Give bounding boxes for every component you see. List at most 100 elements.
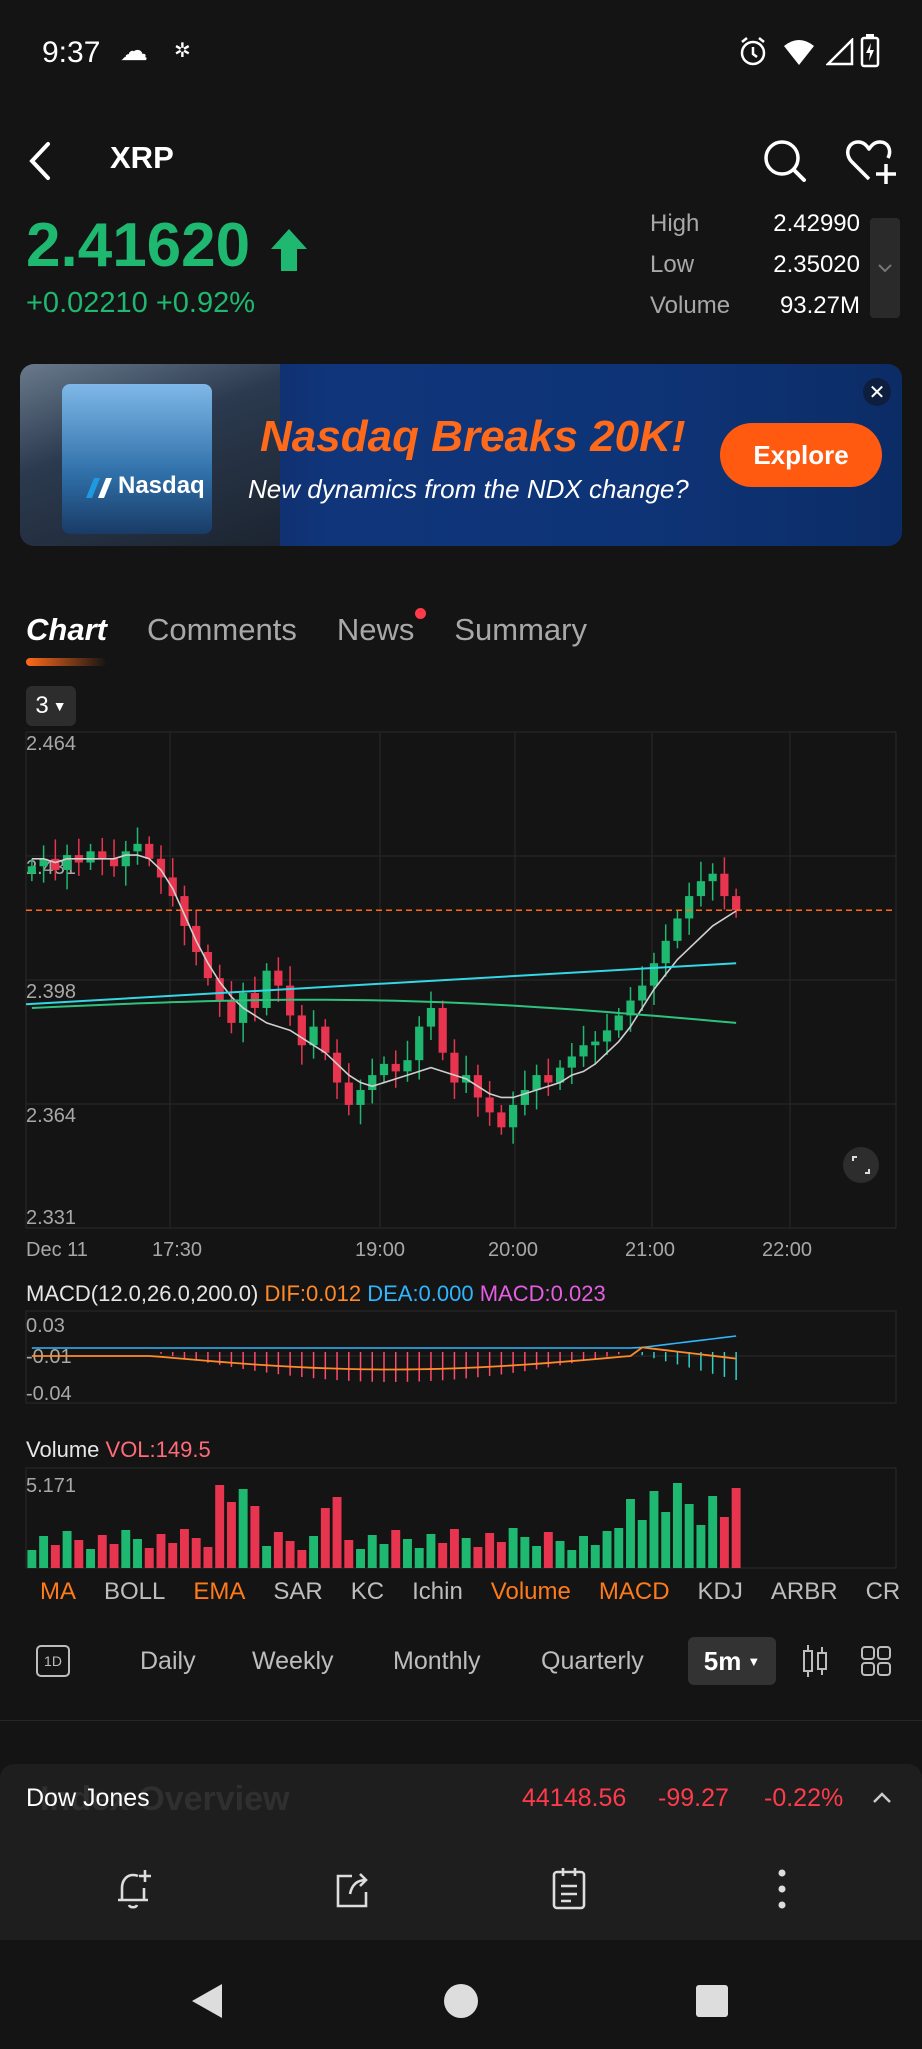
volume-bar (426, 1534, 436, 1568)
macd-legend: MACD(12.0,26.0,200.0) DIF:0.012 DEA:0.00… (26, 1281, 606, 1307)
volume-bar (215, 1485, 225, 1568)
volume-bar (144, 1548, 154, 1568)
wifi-icon (784, 40, 814, 65)
interval-value: 5m (703, 1645, 742, 1676)
bottom-toolbar (0, 1834, 922, 1940)
volume-bar (262, 1546, 272, 1568)
candle-body (532, 1075, 541, 1091)
stat-volume: Volume 93.27M (650, 292, 860, 333)
volume-bar (367, 1535, 377, 1568)
candle-body (509, 1104, 518, 1128)
macd-chart[interactable]: 0.03 -0.01 -0.04 (0, 1310, 922, 1420)
indicator-cr[interactable]: CR (866, 1578, 901, 1606)
interval-select[interactable]: 5m ▼ (688, 1637, 776, 1685)
stats-expand-button[interactable] (870, 218, 900, 318)
banner-close-icon[interactable]: ✕ (863, 378, 891, 406)
status-time: 9:37 (42, 36, 101, 69)
one-day-button[interactable]: 1D (36, 1645, 70, 1677)
stat-value: 2.35020 (773, 251, 860, 278)
price-chart[interactable]: 2.4642.4312.3982.3642.331Dec 11 17:30 19:0… (0, 720, 922, 1260)
indicator-kdj[interactable]: KDJ (698, 1578, 743, 1606)
tab-chart[interactable]: Chart (26, 612, 107, 666)
stat-label: Low (650, 251, 695, 278)
nav-recents-icon[interactable] (696, 1985, 728, 2017)
candle-body (661, 940, 670, 964)
volume-label: Volume (26, 1437, 100, 1462)
x-tick-label: 19:00 (355, 1239, 405, 1260)
candle-body (732, 896, 741, 911)
stat-label: Volume (650, 292, 731, 319)
volume-bar (473, 1547, 483, 1568)
indicator-macd[interactable]: MACD (599, 1578, 670, 1606)
ticker-value: 44148.56 (522, 1784, 627, 1812)
add-alert-icon[interactable] (114, 1868, 154, 1912)
period-monthly[interactable]: Monthly (393, 1647, 481, 1676)
fullscreen-button-bg (843, 1147, 879, 1183)
indicator-bar: MA BOLL EMA SAR KC Ichin Volume MACD KDJ… (40, 1578, 922, 1606)
fullscreen-icon[interactable] (843, 1147, 879, 1183)
notes-icon[interactable] (551, 1866, 587, 1912)
indicator-kc[interactable]: KC (351, 1578, 384, 1606)
status-bar: 9:37 ☁ ✲ (0, 0, 922, 105)
page-title: XRP (110, 140, 174, 175)
chevron-up-icon[interactable] (870, 1788, 894, 1808)
volume-bar (356, 1549, 365, 1568)
period-daily[interactable]: Daily (140, 1647, 196, 1676)
stat-value: 2.42990 (773, 210, 860, 237)
volume-bar (684, 1504, 694, 1568)
tab-news[interactable]: News (337, 608, 427, 662)
tab-comments[interactable]: Comments (147, 612, 297, 662)
candle-body (27, 866, 36, 874)
volume-bar (273, 1532, 283, 1568)
candle-body (309, 1026, 318, 1046)
indicator-volume[interactable]: Volume (491, 1578, 571, 1606)
more-icon[interactable] (774, 1866, 790, 1912)
candle-body (450, 1052, 459, 1083)
add-watchlist-icon[interactable] (844, 136, 900, 186)
index-ticker[interactable]: Index Overview Dow Jones 44148.56 -99.27… (0, 1764, 922, 1834)
macd-value: MACD:0.023 (479, 1281, 606, 1306)
volume-bar (555, 1541, 565, 1568)
alarm-icon (740, 37, 766, 66)
volume-bar (121, 1530, 131, 1568)
indicator-ema[interactable]: EMA (193, 1578, 245, 1606)
period-quarterly[interactable]: Quarterly (541, 1647, 644, 1676)
search-icon[interactable] (760, 136, 810, 186)
indicator-ichimoku[interactable]: Ichin (412, 1578, 463, 1606)
indicator-ma[interactable]: MA (40, 1578, 76, 1606)
volume-bar (344, 1540, 354, 1568)
nav-back-icon[interactable] (190, 1982, 224, 2020)
candle-body (379, 1063, 389, 1076)
nav-home-icon[interactable] (443, 1983, 479, 2019)
volume-bar (532, 1546, 542, 1568)
candle-body (720, 873, 729, 897)
volume-bar (403, 1539, 412, 1568)
stat-low: Low 2.35020 (650, 251, 860, 292)
explore-button[interactable]: Explore (720, 423, 882, 487)
candle-body (438, 1007, 447, 1053)
ticker-percent: -0.22% (764, 1784, 844, 1812)
indicator-boll[interactable]: BOLL (104, 1578, 165, 1606)
volume-chart[interactable]: 5.171 (0, 1466, 922, 1570)
volume-bar (579, 1536, 589, 1568)
x-tick-label: Dec 11 (26, 1239, 88, 1260)
volume-bar (27, 1550, 37, 1568)
volume-bar (461, 1538, 471, 1568)
grid-layout-icon[interactable] (860, 1645, 892, 1677)
candle-body (579, 1045, 588, 1057)
system-nav-bar (0, 1940, 922, 2049)
candle-body (133, 843, 142, 852)
promo-banner[interactable]: Nasdaq Nasdaq Breaks 20K! New dynamics f… (20, 364, 902, 546)
indicator-arbr[interactable]: ARBR (771, 1578, 838, 1606)
indicator-sar[interactable]: SAR (273, 1578, 322, 1606)
volume-bar (520, 1537, 530, 1568)
period-weekly[interactable]: Weekly (252, 1647, 334, 1676)
back-button[interactable] (22, 136, 62, 186)
quote-stats: High 2.42990 Low 2.35020 Volume 93.27M (650, 210, 860, 333)
tab-summary[interactable]: Summary (454, 612, 587, 662)
volume-tick-label: 5.171 (26, 1475, 76, 1497)
share-icon[interactable] (332, 1868, 372, 1912)
candle-body (673, 918, 682, 941)
candle-body (497, 1112, 506, 1128)
candlestick-icon[interactable] (800, 1643, 830, 1679)
